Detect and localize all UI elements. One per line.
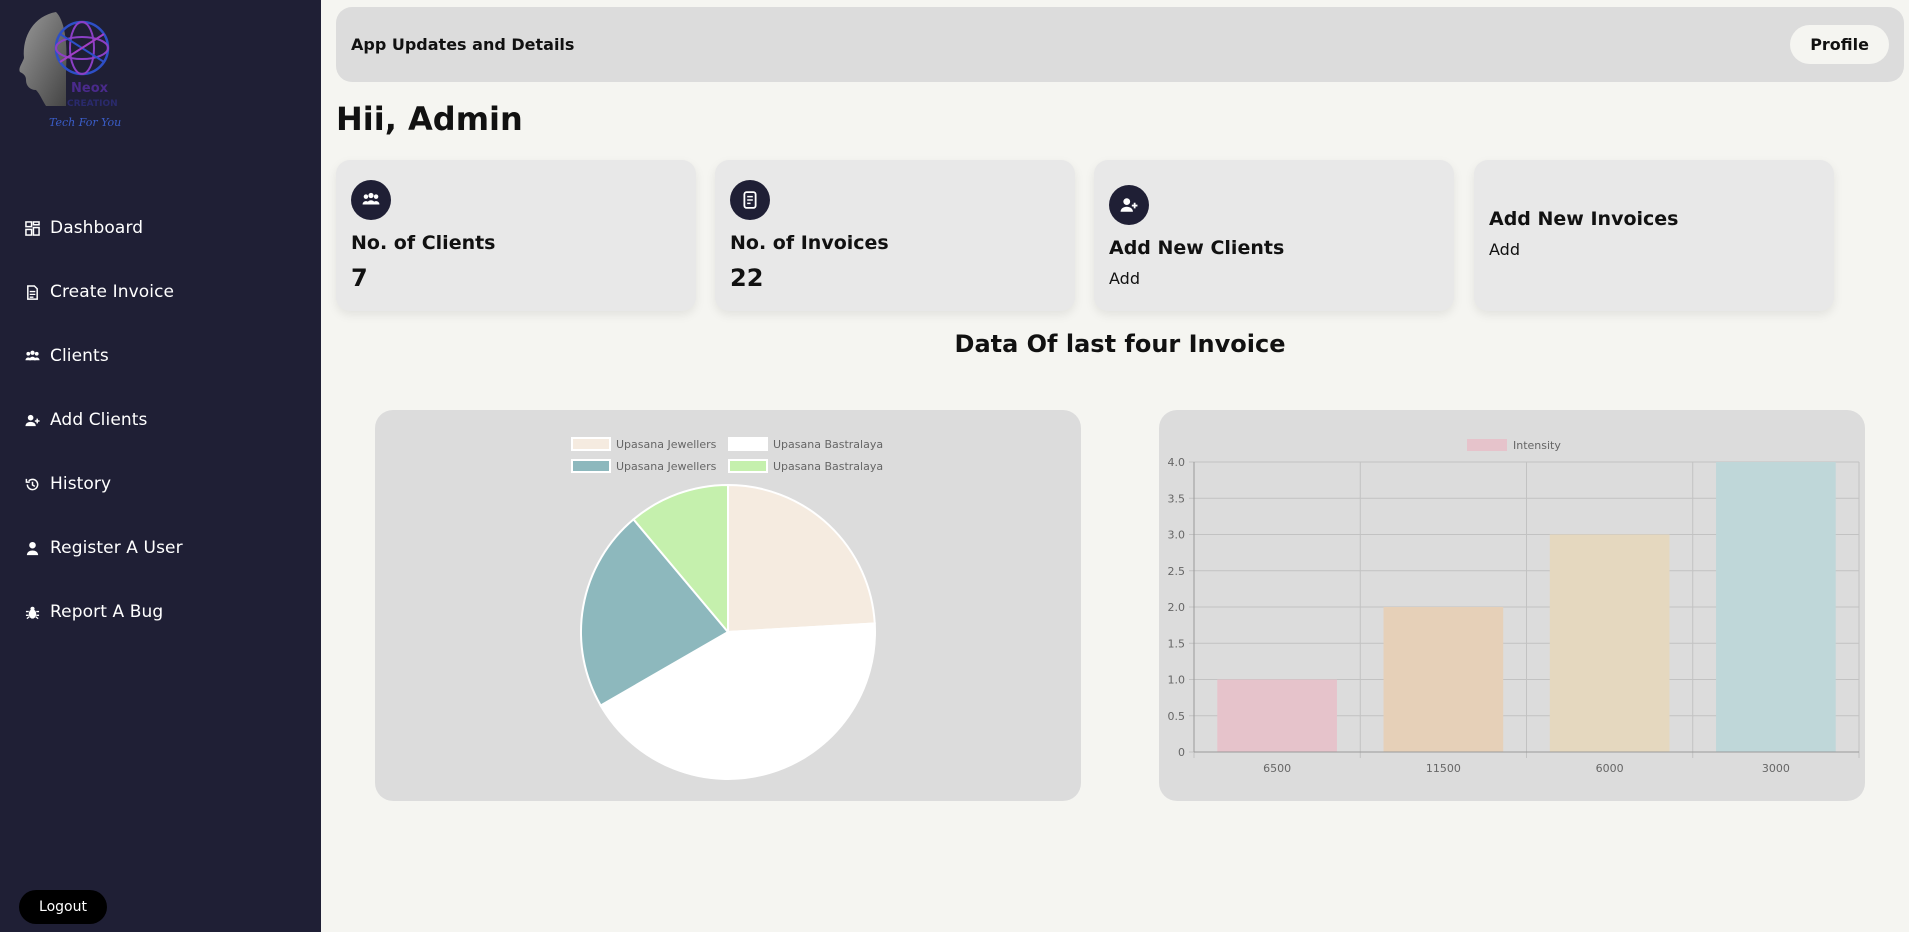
sidebar: Neox CREATION Tech For You Dashboard Cre…	[0, 0, 321, 932]
card-value: 22	[730, 264, 764, 292]
bar-legend: Intensity	[1467, 439, 1561, 452]
bar[interactable]	[1549, 534, 1670, 753]
sidebar-item-clients[interactable]: Clients	[0, 324, 321, 388]
user-plus-icon	[1109, 185, 1149, 225]
x-tick-label: 6500	[1263, 762, 1291, 775]
page-title: Hii, Admin	[336, 100, 523, 138]
legend-label[interactable]: Upasana Bastralaya	[773, 438, 883, 451]
y-tick-label: 4.0	[1168, 456, 1186, 469]
legend-swatch[interactable]	[571, 437, 611, 451]
x-tick-label: 3000	[1762, 762, 1790, 775]
section-title: Data Of last four Invoice	[954, 330, 1286, 358]
y-tick-label: 2.5	[1168, 565, 1186, 578]
y-tick-label: 2.0	[1168, 601, 1186, 614]
sidebar-item-add-clients[interactable]: Add Clients	[0, 388, 321, 452]
clients-count-card[interactable]: No. of Clients 7	[336, 160, 696, 311]
user-icon	[24, 540, 40, 556]
sidebar-nav: Dashboard Create Invoice Clients Add Cli…	[0, 196, 321, 644]
bar[interactable]	[1383, 607, 1504, 752]
users-icon	[351, 180, 391, 220]
top-bar: App Updates and Details Profile	[336, 7, 1904, 82]
document-icon	[24, 284, 40, 300]
sidebar-item-register-user[interactable]: Register A User	[0, 516, 321, 580]
pie-slice[interactable]	[727, 483, 876, 634]
pie-legend: Upasana Jewellers Upasana Bastralaya Upasa…	[571, 437, 883, 473]
legend-label[interactable]: Upasana Jewellers	[616, 438, 717, 451]
sidebar-item-label: Report A Bug	[50, 602, 164, 622]
bar-chart-panel: Intensity 0 0.5 1.0 1.5 2.0 2.5 3.0 3.5 4.0 6500 1…	[1159, 410, 1865, 801]
add-clients-card[interactable]: Add New Clients Add	[1094, 160, 1454, 311]
add-invoices-link[interactable]: Add	[1489, 240, 1819, 259]
add-clients-link[interactable]: Add	[1109, 269, 1439, 288]
sidebar-item-label: Create Invoice	[50, 282, 175, 302]
card-title: No. of Clients	[351, 232, 496, 254]
sidebar-item-create-invoice[interactable]: Create Invoice	[0, 260, 321, 324]
sidebar-item-label: History	[50, 474, 112, 494]
y-tick-label: 0.5	[1168, 710, 1186, 723]
sidebar-item-label: Add Clients	[50, 410, 148, 430]
y-tick-label: 1.0	[1168, 674, 1186, 687]
logo-text-neox: Neox	[71, 81, 109, 96]
profile-button[interactable]: Profile	[1790, 25, 1889, 64]
legend-label[interactable]: Intensity	[1513, 439, 1561, 452]
bar[interactable]	[1217, 679, 1337, 753]
logo-tagline: Tech For You	[49, 116, 121, 129]
brand-logo[interactable]: Neox CREATION Tech For You	[16, 10, 128, 135]
pie-chart-panel: Upasana Jewellers Upasana Bastralaya Upasa…	[375, 410, 1081, 801]
invoices-count-card[interactable]: No. of Invoices 22	[715, 160, 1075, 311]
logo-text-creation: CREATION	[67, 99, 118, 109]
sidebar-item-report-bug[interactable]: Report A Bug	[0, 580, 321, 644]
y-tick-label: 3.5	[1168, 492, 1186, 505]
legend-swatch[interactable]	[728, 437, 768, 451]
bug-icon	[24, 604, 40, 620]
sidebar-item-label: Register A User	[50, 538, 183, 558]
legend-label[interactable]: Upasana Bastralaya	[773, 460, 883, 473]
logout-button[interactable]: Logout	[19, 890, 107, 924]
invoice-icon	[730, 180, 770, 220]
card-title: Add New Clients	[1109, 237, 1285, 259]
legend-swatch[interactable]	[571, 459, 611, 473]
card-title: Add New Invoices	[1489, 208, 1679, 230]
add-invoices-card[interactable]: Add New Invoices Add	[1474, 160, 1834, 311]
user-plus-icon	[24, 412, 40, 428]
card-value: 7	[351, 264, 368, 292]
legend-swatch[interactable]	[1467, 439, 1507, 451]
sidebar-item-label: Dashboard	[50, 218, 144, 238]
x-tick-label: 11500	[1426, 762, 1461, 775]
legend-label[interactable]: Upasana Jewellers	[616, 460, 717, 473]
y-tick-label: 0	[1178, 746, 1185, 759]
sidebar-item-history[interactable]: History	[0, 452, 321, 516]
top-bar-title: App Updates and Details	[351, 35, 575, 54]
legend-swatch[interactable]	[728, 459, 768, 473]
pie-slices	[580, 483, 876, 780]
y-tick-label: 1.5	[1168, 637, 1186, 650]
pie-chart: Upasana Jewellers Upasana Bastralaya Upasa…	[571, 437, 883, 780]
y-tick-label: 3.0	[1168, 529, 1186, 542]
sidebar-item-label: Clients	[50, 346, 109, 366]
history-icon	[24, 476, 40, 492]
dashboard-icon	[24, 220, 40, 236]
card-title: No. of Invoices	[730, 232, 889, 254]
users-icon	[24, 348, 40, 364]
bar-chart: Intensity 0 0.5 1.0 1.5 2.0 2.5 3.0 3.5 4.0 6500 1…	[1168, 439, 1860, 775]
sidebar-item-dashboard[interactable]: Dashboard	[0, 196, 321, 260]
x-tick-label: 6000	[1596, 762, 1624, 775]
bar[interactable]	[1716, 462, 1836, 752]
